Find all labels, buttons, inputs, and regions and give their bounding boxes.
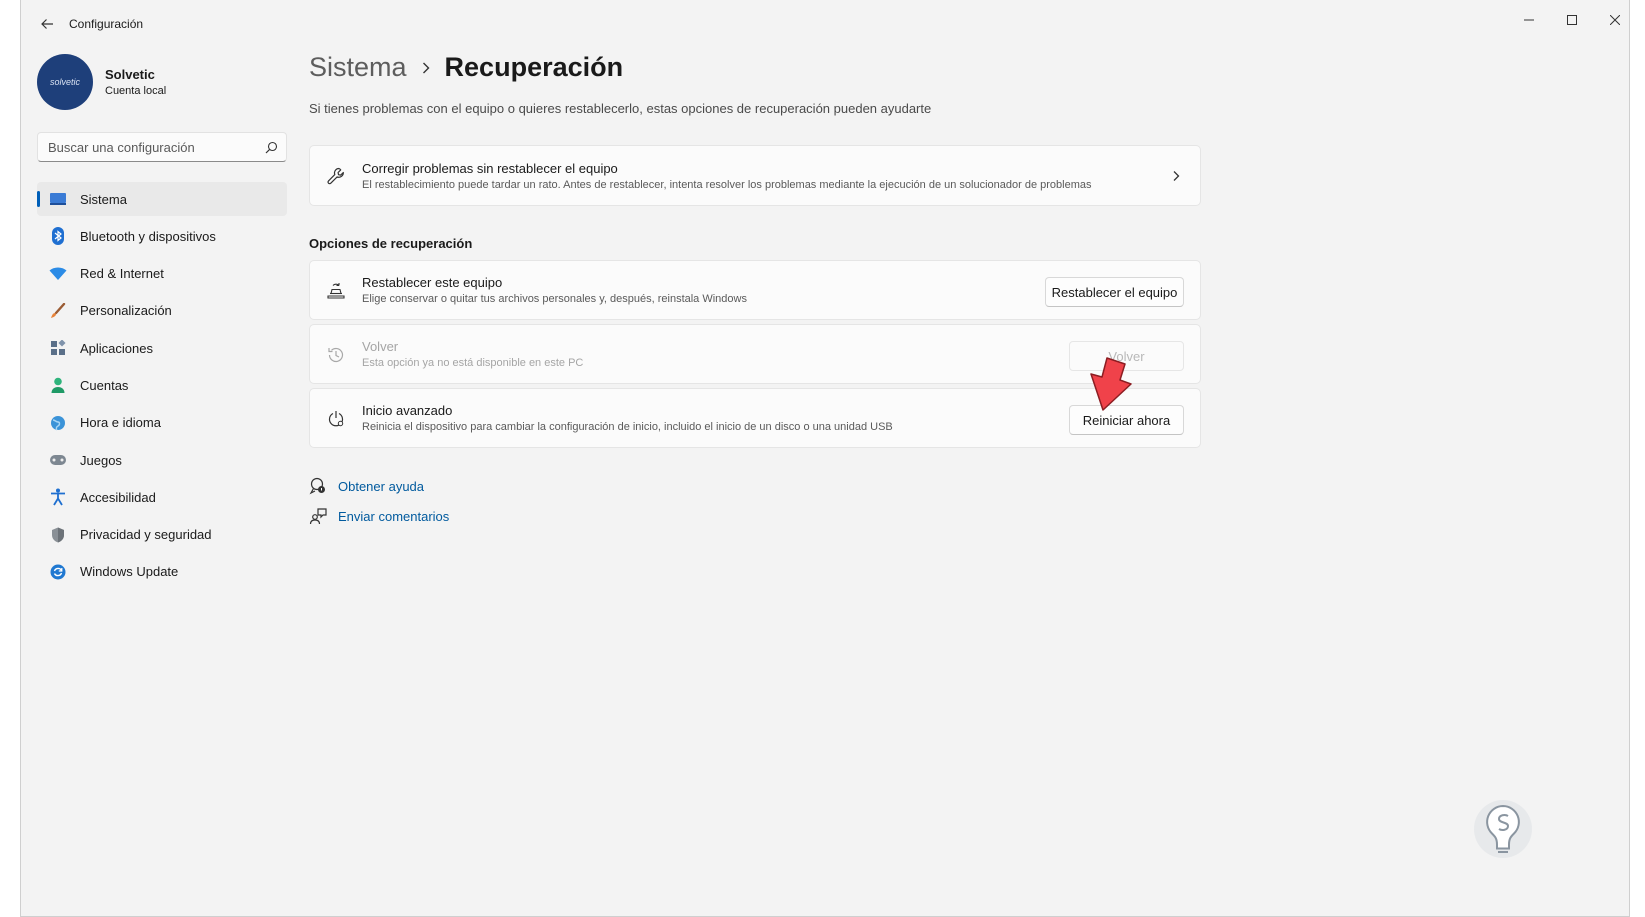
app-title: Configuración (69, 17, 144, 31)
sidebar-item-label: Juegos (80, 452, 122, 468)
sidebar-item-bluetooth[interactable]: Bluetooth y dispositivos (37, 219, 287, 253)
update-icon (49, 563, 67, 581)
avatar: solvetic (37, 54, 93, 110)
search-icon (265, 141, 278, 153)
sidebar-item-label: Windows Update (80, 564, 179, 580)
profile-account-type: Cuenta local (105, 85, 167, 97)
sidebar-item-label: Bluetooth y dispositivos (80, 228, 216, 244)
wrench-icon (326, 166, 346, 186)
apps-icon (49, 339, 67, 357)
sidebar-item-label: Privacidad y seguridad (80, 527, 212, 543)
sidebar-item-label: Sistema (80, 191, 127, 207)
brush-icon (49, 302, 67, 320)
sidebar-item-label: Red & Internet (80, 266, 164, 282)
accessibility-icon (49, 488, 67, 506)
sidebar-item-personalizacion[interactable]: Personalización (37, 294, 287, 328)
back-button[interactable] (33, 12, 61, 36)
history-icon (326, 345, 346, 365)
send-feedback-label[interactable]: Enviar comentarios (338, 509, 449, 524)
avatar-text: solvetic (49, 77, 80, 87)
sidebar-item-label: Aplicaciones (80, 340, 153, 356)
sidebar-item-label: Hora e idioma (80, 415, 161, 431)
get-help-link[interactable]: Obtener ayuda (309, 477, 424, 495)
close-button[interactable] (1595, 6, 1635, 34)
maximize-icon (1567, 15, 1577, 25)
search-box[interactable] (37, 132, 287, 162)
shield-icon (49, 526, 67, 544)
minimize-icon (1524, 19, 1534, 21)
sidebar-item-accesibilidad[interactable]: Accesibilidad (37, 480, 287, 514)
send-feedback-link[interactable]: Enviar comentarios (309, 507, 449, 525)
annotation-arrow-icon (1090, 357, 1132, 411)
bluetooth-icon (49, 227, 67, 246)
reset-card-description: Elige conservar o quitar tus archivos pe… (362, 293, 747, 305)
sidebar-item-cuentas[interactable]: Cuentas (37, 368, 287, 402)
sidebar-item-label: Cuentas (80, 377, 129, 393)
sidebar-item-red-internet[interactable]: Red & Internet (37, 257, 287, 291)
fix-problems-card[interactable]: Corregir problemas sin restablecer el eq… (309, 145, 1201, 206)
section-title: Opciones de recuperación (309, 236, 473, 251)
settings-window: Configuración solvetic Solvetic Cuenta l… (20, 0, 1630, 917)
sidebar-item-windows-update[interactable]: Windows Update (37, 555, 287, 589)
advanced-startup-description: Reinicia el dispositivo para cambiar la … (362, 421, 893, 433)
gamepad-icon (49, 451, 67, 469)
breadcrumb-chevron-icon (421, 61, 431, 75)
person-icon (49, 376, 67, 394)
wifi-icon (49, 265, 67, 283)
page-subtitle: Si tienes problemas con el equipo o quie… (309, 101, 932, 116)
sidebar-item-aplicaciones[interactable]: Aplicaciones (37, 331, 287, 365)
close-icon (1610, 15, 1620, 25)
title-bar: Configuración (21, 0, 1629, 46)
go-back-card-title: Volver (362, 339, 399, 354)
minimize-button[interactable] (1509, 6, 1549, 34)
sidebar-item-privacidad[interactable]: Privacidad y seguridad (37, 518, 287, 552)
fix-card-title: Corregir problemas sin restablecer el eq… (362, 160, 618, 176)
advanced-startup-title: Inicio avanzado (362, 403, 453, 418)
reset-card-title: Restablecer este equipo (362, 275, 503, 290)
get-help-label[interactable]: Obtener ayuda (338, 479, 424, 494)
system-icon (49, 190, 67, 208)
sidebar-item-sistema[interactable]: Sistema (37, 182, 287, 216)
profile-name: Solvetic (105, 67, 155, 82)
breadcrumb: Sistema Recuperación (309, 52, 623, 83)
go-back-card-description: Esta opción ya no está disponible en est… (362, 357, 584, 369)
reset-pc-card: Restablecer este equipo Elige conservar … (309, 260, 1201, 320)
sidebar-item-hora-idioma[interactable]: Hora e idioma (37, 406, 287, 440)
fix-card-description: El restablecimiento puede tardar un rato… (362, 178, 1092, 191)
chevron-right-icon (1173, 170, 1180, 181)
page-title: Recuperación (444, 52, 624, 82)
breadcrumb-parent[interactable]: Sistema (309, 52, 407, 83)
sidebar-nav: Sistema Bluetooth y dispositivos Red & I… (37, 182, 287, 592)
advanced-startup-icon (326, 409, 346, 429)
search-input[interactable] (48, 139, 265, 155)
advanced-startup-card: Inicio avanzado Reinicia el dispositivo … (309, 388, 1201, 448)
reset-pc-button[interactable]: Restablecer el equipo (1045, 277, 1184, 307)
globe-icon (49, 414, 67, 432)
reset-pc-icon (326, 281, 346, 301)
sidebar-item-label: Personalización (80, 303, 172, 319)
sidebar-item-juegos[interactable]: Juegos (37, 443, 287, 477)
help-icon (309, 477, 327, 495)
feedback-icon (309, 507, 327, 525)
sidebar-item-label: Accesibilidad (80, 489, 156, 505)
back-arrow-icon (41, 19, 53, 29)
brand-logo-icon (1474, 800, 1532, 858)
go-back-card: Volver Esta opción ya no está disponible… (309, 324, 1201, 384)
maximize-button[interactable] (1552, 6, 1592, 34)
user-profile[interactable]: solvetic Solvetic Cuenta local (37, 54, 166, 110)
